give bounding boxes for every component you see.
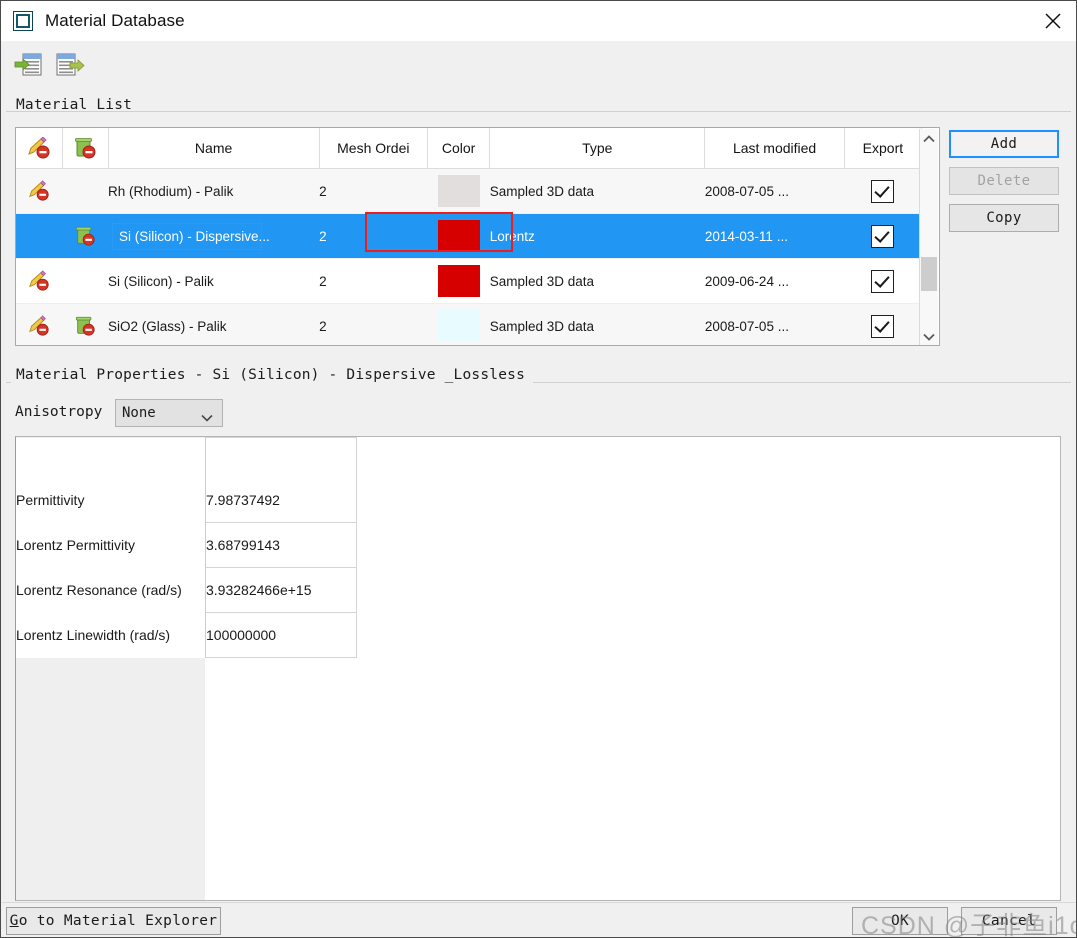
- accel-letter: G: [9, 913, 19, 929]
- row-name-cell[interactable]: Si (Silicon) - Dispersive...: [108, 213, 320, 259]
- property-row[interactable]: Lorentz Permittivity 3.68799143: [16, 522, 357, 568]
- row-type: Sampled 3D data: [489, 258, 705, 304]
- row-edit-icon[interactable]: [16, 303, 63, 345]
- group-divider-properties-left: [6, 382, 11, 383]
- property-value[interactable]: 100000000: [205, 612, 357, 658]
- list-vertical-scrollbar[interactable]: [919, 129, 938, 345]
- row-color-swatch[interactable]: [427, 168, 490, 214]
- row-last-modified: 2008-07-05 ...: [704, 303, 845, 345]
- delete-button: Delete: [949, 167, 1059, 195]
- row-export-checkbox[interactable]: [844, 258, 922, 304]
- row-type: Sampled 3D data: [489, 168, 705, 214]
- material-list-table: Name Mesh Ordei Color Type Last modified…: [15, 127, 940, 346]
- row-mesh-order: 2: [319, 303, 428, 345]
- properties-header-value: [205, 437, 357, 478]
- header-mesh-order[interactable]: Mesh Ordei: [319, 128, 428, 169]
- row-delete-icon-empty: [62, 168, 109, 214]
- group-divider-properties: [533, 382, 1071, 383]
- color-swatch: [437, 175, 480, 207]
- color-swatch: [437, 220, 480, 252]
- row-name: SiO2 (Glass) - Palik: [108, 303, 320, 345]
- row-name: Si (Silicon) - Dispersive...: [112, 222, 270, 250]
- chevron-up-icon[interactable]: [920, 129, 938, 148]
- anisotropy-select[interactable]: None: [115, 399, 223, 427]
- group-divider-top: [6, 111, 1071, 112]
- button-label-rest: o to Material Explorer: [18, 913, 218, 929]
- window-title: Material Database: [45, 11, 185, 30]
- header-name[interactable]: Name: [108, 128, 320, 169]
- property-label: Lorentz Permittivity: [16, 522, 206, 568]
- ok-button[interactable]: OK: [852, 907, 948, 935]
- color-swatch: [437, 310, 480, 342]
- header-delete-icon[interactable]: [62, 128, 109, 169]
- title-bar: Material Database: [1, 1, 1076, 41]
- property-label: Lorentz Linewidth (rad/s): [16, 612, 206, 658]
- properties-header-row: [16, 437, 357, 478]
- table-row[interactable]: SiO2 (Glass) - Palik 2 Sampled 3D data 2…: [16, 303, 922, 345]
- header-color[interactable]: Color: [427, 128, 491, 169]
- row-mesh-order: 2: [319, 168, 428, 214]
- row-export-checkbox[interactable]: [844, 213, 922, 259]
- property-value[interactable]: 3.68799143: [205, 522, 357, 568]
- header-type[interactable]: Type: [489, 128, 706, 169]
- properties-header-label: [16, 437, 206, 478]
- row-mesh-order: 2: [319, 258, 428, 304]
- table-row[interactable]: Si (Silicon) - Dispersive... 2 Lorentz 2…: [16, 213, 922, 259]
- row-color-swatch[interactable]: [427, 258, 490, 304]
- row-edit-icon-empty: [16, 213, 63, 259]
- row-edit-icon[interactable]: [16, 168, 63, 214]
- monitor-icon: [13, 11, 33, 31]
- table-row[interactable]: Rh (Rhodium) - Palik 2 Sampled 3D data 2…: [16, 168, 922, 214]
- close-icon[interactable]: [1030, 1, 1076, 41]
- property-row[interactable]: Permittivity 7.98737492: [16, 478, 357, 523]
- footer-divider: [2, 902, 1075, 903]
- anisotropy-label: Anisotropy: [15, 404, 103, 420]
- chevron-down-icon: [201, 409, 213, 427]
- row-color-swatch[interactable]: [427, 213, 490, 259]
- table-row[interactable]: Si (Silicon) - Palik 2 Sampled 3D data 2…: [16, 258, 922, 304]
- material-table: Name Mesh Ordei Color Type Last modified…: [16, 128, 923, 345]
- row-last-modified: 2008-07-05 ...: [704, 168, 845, 214]
- header-edit-icon[interactable]: [16, 128, 63, 169]
- row-type: Sampled 3D data: [489, 303, 705, 345]
- row-delete-icon-empty: [62, 258, 109, 304]
- row-delete-icon[interactable]: [62, 303, 109, 345]
- row-type: Lorentz: [489, 213, 705, 259]
- row-delete-icon[interactable]: [62, 213, 109, 259]
- row-export-checkbox[interactable]: [844, 303, 922, 345]
- scrollbar-thumb[interactable]: [921, 257, 937, 291]
- header-last-modified[interactable]: Last modified: [704, 128, 845, 169]
- row-color-swatch[interactable]: [427, 303, 490, 345]
- go-to-material-explorer-button[interactable]: Go to Material Explorer: [6, 907, 221, 935]
- property-value[interactable]: 7.98737492: [205, 478, 357, 523]
- property-label: Permittivity: [16, 478, 206, 523]
- import-list-icon[interactable]: [14, 51, 44, 79]
- row-last-modified: 2014-03-11 ...: [704, 213, 845, 259]
- row-export-checkbox[interactable]: [844, 168, 922, 214]
- row-mesh-order: 2: [319, 213, 428, 259]
- cancel-button[interactable]: Cancel: [961, 907, 1057, 935]
- row-last-modified: 2009-06-24 ...: [704, 258, 845, 304]
- property-row[interactable]: Lorentz Linewidth (rad/s) 100000000: [16, 612, 357, 658]
- add-button[interactable]: Add: [949, 130, 1059, 158]
- row-name: Rh (Rhodium) - Palik: [108, 168, 320, 214]
- header-export[interactable]: Export: [844, 128, 923, 169]
- material-database-window: Material Database Material List Name Mes…: [0, 0, 1077, 938]
- properties-table: Permittivity 7.98737492 Lorentz Permitti…: [16, 437, 357, 658]
- anisotropy-value: None: [122, 405, 156, 421]
- table-header-row: Name Mesh Ordei Color Type Last modified…: [16, 128, 923, 169]
- material-properties-table: Permittivity 7.98737492 Lorentz Permitti…: [15, 436, 1061, 901]
- toolbar: [2, 41, 1075, 89]
- copy-button[interactable]: Copy: [949, 204, 1059, 232]
- property-row[interactable]: Lorentz Resonance (rad/s) 3.93282466e+15: [16, 567, 357, 613]
- chevron-down-icon[interactable]: [920, 327, 938, 345]
- row-edit-icon[interactable]: [16, 258, 63, 304]
- row-name: Si (Silicon) - Palik: [108, 258, 320, 304]
- property-value[interactable]: 3.93282466e+15: [205, 567, 357, 613]
- material-properties-group-title: Material Properties - Si (Silicon) - Dis…: [11, 367, 530, 383]
- color-swatch: [437, 265, 480, 297]
- export-list-icon[interactable]: [55, 51, 85, 79]
- property-label: Lorentz Resonance (rad/s): [16, 567, 206, 613]
